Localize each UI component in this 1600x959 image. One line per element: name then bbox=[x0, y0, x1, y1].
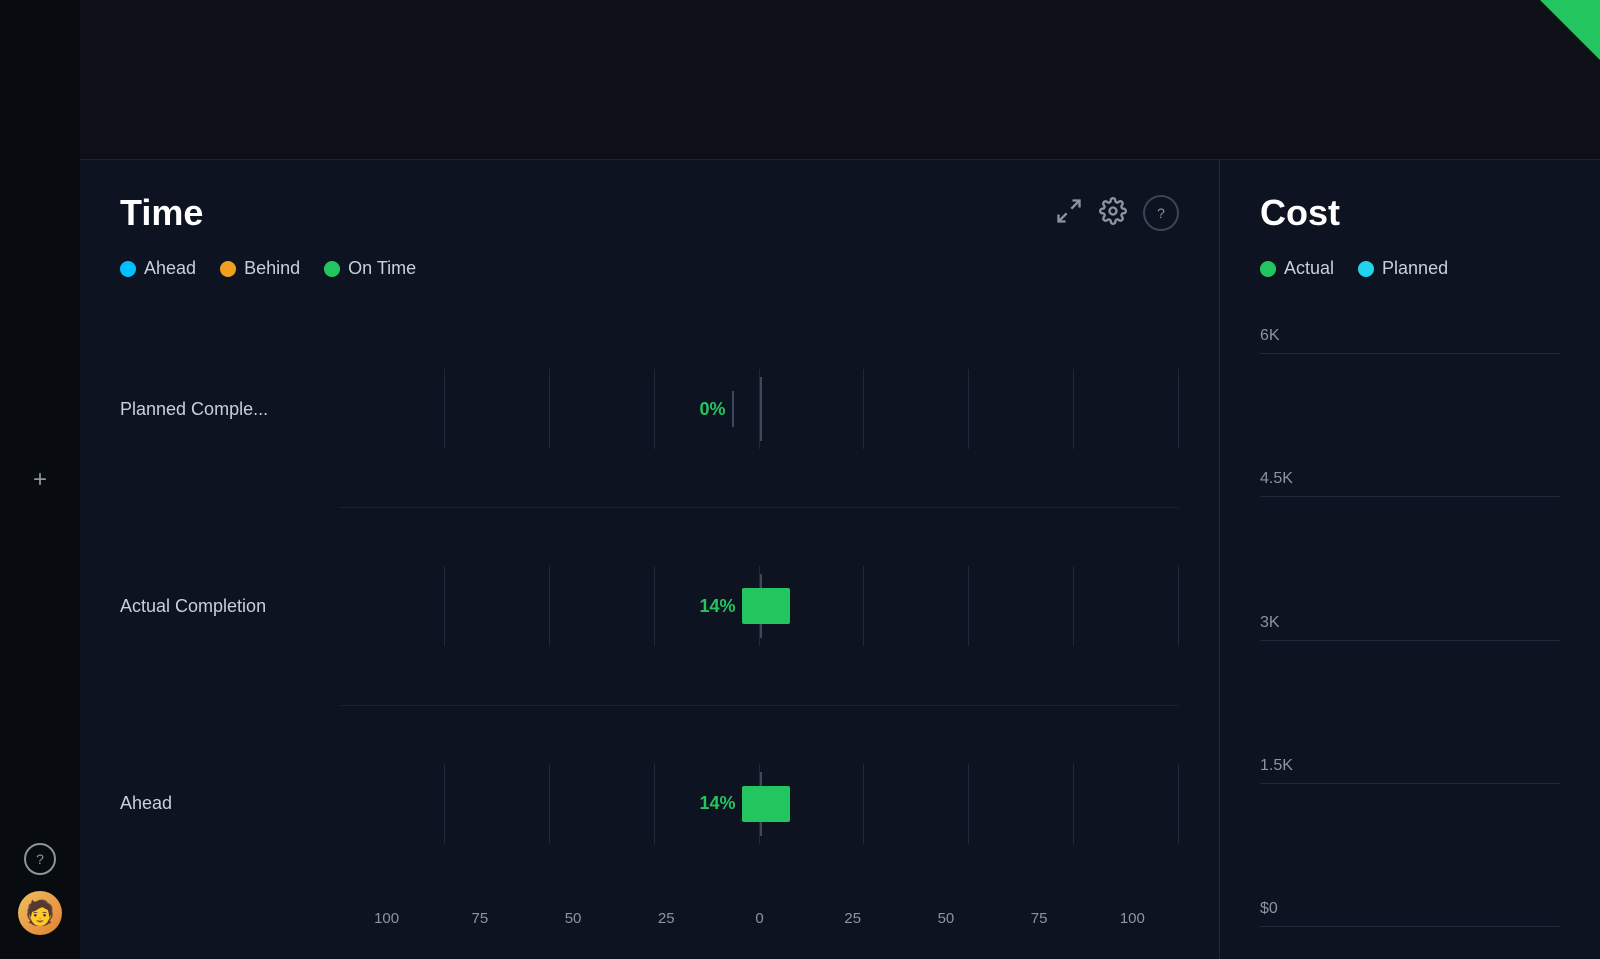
actual-dot bbox=[1260, 261, 1276, 277]
time-chart: Planned Comple...0%Actual Completion14%A… bbox=[120, 311, 1179, 927]
chart-rows: Planned Comple...0%Actual Completion14%A… bbox=[120, 311, 1179, 902]
row-label: Ahead bbox=[120, 793, 340, 814]
cost-y-label: 4.5K bbox=[1260, 470, 1560, 497]
cost-panel-header: Cost bbox=[1260, 192, 1560, 234]
bar-value: 14% bbox=[700, 596, 736, 617]
cost-legend: Actual Planned bbox=[1260, 258, 1560, 279]
add-button[interactable]: + bbox=[33, 466, 47, 494]
sidebar: + ? 🧑 bbox=[0, 0, 80, 959]
x-axis-label: 50 bbox=[899, 910, 992, 927]
avatar[interactable]: 🧑 bbox=[18, 891, 62, 935]
help-button[interactable]: ? bbox=[24, 843, 56, 875]
actual-label: Actual bbox=[1284, 258, 1334, 279]
behind-dot bbox=[220, 261, 236, 277]
cost-y-label: $0 bbox=[1260, 900, 1560, 927]
ontime-label: On Time bbox=[348, 258, 416, 279]
x-axis-label: 0 bbox=[713, 910, 806, 927]
ontime-dot bbox=[324, 261, 340, 277]
cost-panel: Cost Actual Planned 6K 4.5K 3K 1.5K $0 bbox=[1220, 160, 1600, 959]
x-axis: 1007550250255075100 bbox=[120, 910, 1179, 927]
time-legend: Ahead Behind On Time bbox=[120, 258, 1179, 279]
bar-rect bbox=[742, 588, 790, 624]
chart-row: Actual Completion 14% bbox=[120, 566, 1179, 646]
behind-label: Behind bbox=[244, 258, 300, 279]
x-axis-label: 75 bbox=[993, 910, 1086, 927]
time-panel-controls: ? bbox=[1055, 195, 1179, 231]
legend-item-ontime: On Time bbox=[324, 258, 416, 279]
cost-panel-title: Cost bbox=[1260, 192, 1340, 234]
panels-container: Time bbox=[80, 160, 1600, 959]
cost-chart-area: 6K 4.5K 3K 1.5K $0 bbox=[1260, 327, 1560, 927]
legend-item-planned: Planned bbox=[1358, 258, 1448, 279]
planned-dot bbox=[1358, 261, 1374, 277]
bar-value: 14% bbox=[700, 793, 736, 814]
row-chart-area: 14% bbox=[340, 566, 1179, 646]
row-chart-area: 0% bbox=[340, 369, 1179, 449]
cost-y-label: 1.5K bbox=[1260, 757, 1560, 784]
ahead-label: Ahead bbox=[144, 258, 196, 279]
chart-row: Ahead 14% bbox=[120, 764, 1179, 844]
chart-row: Planned Comple... 0% bbox=[120, 369, 1179, 449]
row-label: Actual Completion bbox=[120, 596, 340, 617]
cost-y-label: 6K bbox=[1260, 327, 1560, 354]
bar-value: 0% bbox=[700, 399, 726, 420]
row-chart-area: 14% bbox=[340, 764, 1179, 844]
x-axis-label: 100 bbox=[340, 910, 433, 927]
gear-icon[interactable] bbox=[1099, 197, 1127, 230]
expand-icon[interactable] bbox=[1055, 197, 1083, 230]
x-axis-label: 50 bbox=[526, 910, 619, 927]
time-panel-header: Time bbox=[120, 192, 1179, 234]
row-label: Planned Comple... bbox=[120, 399, 340, 420]
legend-item-actual: Actual bbox=[1260, 258, 1334, 279]
x-axis-label: 75 bbox=[433, 910, 526, 927]
x-axis-label: 25 bbox=[806, 910, 899, 927]
x-axis-label: 100 bbox=[1086, 910, 1179, 927]
x-axis-label: 25 bbox=[620, 910, 713, 927]
main-content: Time bbox=[80, 0, 1600, 959]
cost-y-label: 3K bbox=[1260, 614, 1560, 641]
legend-item-behind: Behind bbox=[220, 258, 300, 279]
time-panel: Time bbox=[80, 160, 1220, 959]
legend-item-ahead: Ahead bbox=[120, 258, 196, 279]
top-header bbox=[80, 0, 1600, 160]
planned-label: Planned bbox=[1382, 258, 1448, 279]
ahead-dot bbox=[120, 261, 136, 277]
time-panel-title: Time bbox=[120, 192, 203, 234]
help-circle-icon[interactable]: ? bbox=[1143, 195, 1179, 231]
bar-rect bbox=[742, 786, 790, 822]
